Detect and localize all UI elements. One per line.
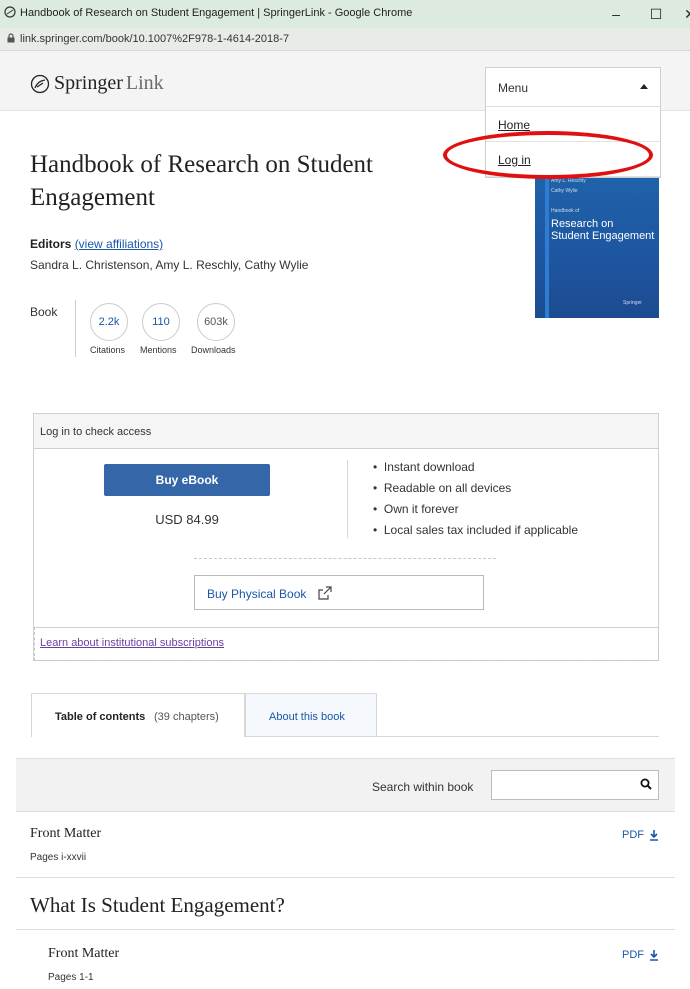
download-arrow-icon: [650, 950, 659, 961]
buy-physical-label: Buy Physical Book: [207, 587, 307, 601]
purchase-divider: [347, 460, 348, 538]
mentions-count[interactable]: 110: [142, 303, 180, 341]
benefit-item: • Own it forever: [373, 502, 459, 516]
view-affiliations-link[interactable]: (view affiliations): [75, 237, 163, 251]
window-title: Handbook of Research on Student Engageme…: [20, 7, 413, 19]
institutional-subscriptions-link[interactable]: Learn about institutional subscriptions: [40, 637, 224, 649]
content-type-label: Book: [30, 305, 58, 319]
search-input[interactable]: [491, 770, 659, 800]
download-arrow-icon: [650, 830, 659, 841]
tab-underline: [377, 736, 659, 737]
springer-horse-icon: [30, 74, 50, 93]
downloads-count: 603k: [197, 303, 235, 341]
address-bar[interactable]: link.springer.com/book/10.1007%2F978-1-4…: [0, 28, 690, 51]
page-title: Handbook of Research on Student Engageme…: [30, 151, 373, 211]
benefit-text: Local sales tax included if applicable: [383, 523, 578, 537]
benefit-item: • Local sales tax included if applicable: [373, 523, 578, 537]
cover-line-1: Handbook of: [551, 208, 580, 214]
menu-label: Menu: [498, 81, 529, 95]
ebook-price: USD 84.99: [155, 512, 219, 527]
editors-heading: Editors (view affiliations): [30, 237, 163, 251]
menu-item-home-label: Home: [498, 118, 531, 132]
tab-toc-count: (39 chapters): [154, 711, 219, 723]
cover-line-2: Research on: [551, 218, 614, 230]
toc-part-front-matter-pages: Pages 1-1: [48, 972, 94, 983]
lock-icon: [7, 33, 15, 43]
citations-count[interactable]: 2.2k: [90, 303, 128, 341]
springer-favicon-icon: [4, 6, 16, 18]
tab-table-of-contents[interactable]: Table of contents (39 chapters): [31, 693, 245, 737]
tab-toc-label: Table of contents: [55, 711, 146, 723]
cover-stripe: [545, 178, 549, 318]
browser-title-bar: Handbook of Research on Student Engageme…: [0, 0, 690, 28]
search-label: Search within book: [372, 780, 474, 794]
tab-about-this-book[interactable]: About this book: [245, 693, 377, 737]
toc-part-front-matter-title[interactable]: Front Matter: [48, 946, 119, 962]
toc-front-matter-title[interactable]: Front Matter: [30, 826, 101, 842]
benefit-item: • Instant download: [373, 460, 475, 474]
search-icon[interactable]: [640, 778, 652, 790]
mentions-label: Mentions: [140, 345, 177, 355]
minimize-button[interactable]: –: [604, 4, 628, 24]
cover-editor-line-2: Cathy Wylie: [551, 188, 578, 194]
pdf-download-link[interactable]: PDF: [622, 949, 659, 961]
url-text[interactable]: link.springer.com/book/10.1007%2F978-1-4…: [20, 33, 289, 45]
benefit-text: Readable on all devices: [383, 481, 512, 495]
toc-divider: [16, 877, 675, 878]
part-title[interactable]: What Is Student Engagement?: [30, 893, 285, 918]
buy-ebook-button[interactable]: Buy eBook: [104, 464, 270, 496]
logo-brand: Springer: [54, 72, 123, 94]
cover-publisher: Springer: [623, 300, 642, 306]
menu-toggle[interactable]: Menu: [486, 68, 660, 107]
purchase-box: [33, 413, 659, 661]
access-header: Log in to check access: [34, 414, 658, 449]
toc-front-matter-pages: Pages i-xxvii: [30, 852, 87, 863]
maximize-button[interactable]: ☐: [644, 4, 668, 24]
tab-about-label: About this book: [269, 711, 345, 723]
downloads-label: Downloads: [191, 345, 236, 355]
editors-label: Editors: [30, 237, 72, 251]
benefit-text: Own it forever: [383, 502, 459, 516]
highlight-ring-annotation: [443, 131, 653, 179]
benefit-text: Instant download: [383, 460, 475, 474]
metrics-divider: [75, 300, 76, 357]
benefit-item: • Readable on all devices: [373, 481, 512, 495]
caret-up-icon: [640, 84, 648, 89]
pdf-download-link[interactable]: PDF: [622, 829, 659, 841]
close-button[interactable]: ✕: [678, 4, 690, 24]
buy-physical-book-button[interactable]: Buy Physical Book: [194, 575, 484, 610]
book-cover-image[interactable]: Amy L. Reschly Cathy Wylie Handbook of R…: [535, 178, 659, 318]
access-header-text: Log in to check access: [40, 426, 152, 438]
cover-line-3: Student Engagement: [551, 230, 655, 242]
pdf-label: PDF: [622, 829, 644, 841]
external-link-icon: [318, 586, 332, 600]
toc-divider: [16, 929, 675, 930]
citations-label: Citations: [90, 345, 126, 355]
pdf-label: PDF: [622, 949, 644, 961]
logo-suffix: Link: [125, 72, 164, 94]
dashed-divider: [194, 558, 496, 559]
editors-names: Sandra L. Christenson, Amy L. Reschly, C…: [30, 258, 309, 272]
springerlink-logo[interactable]: Springer Link: [30, 72, 164, 95]
